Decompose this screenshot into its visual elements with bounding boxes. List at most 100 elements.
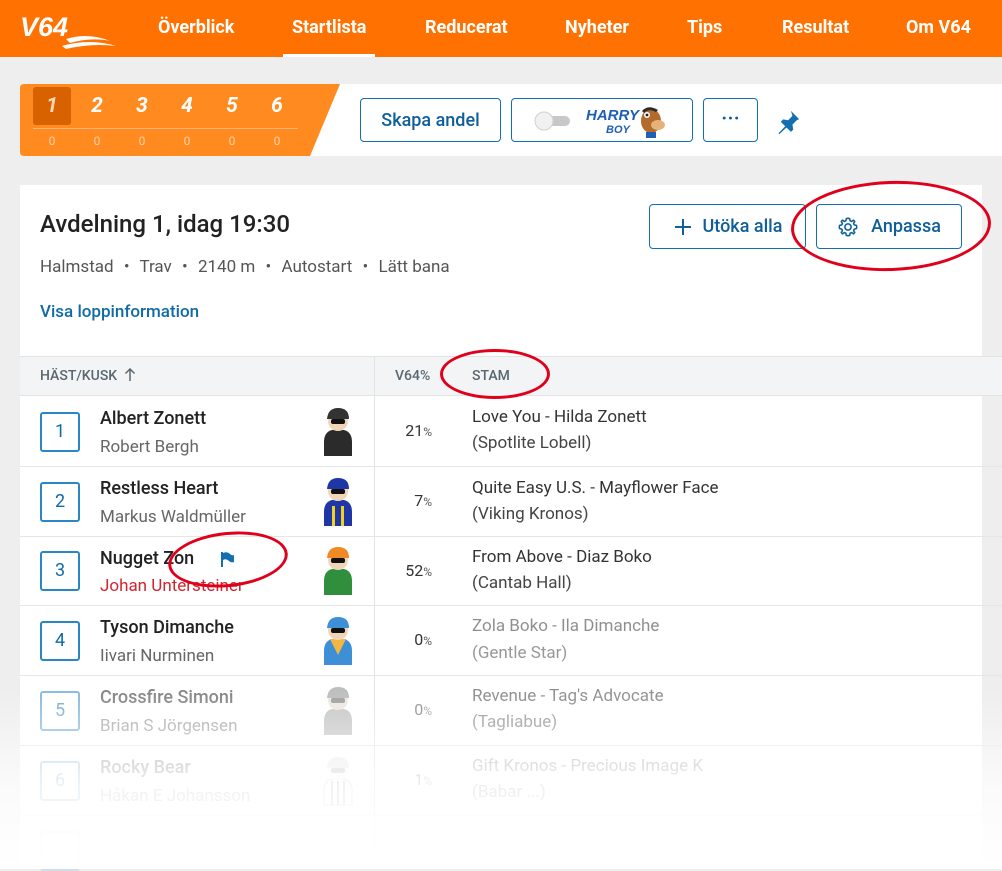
race-discipline: Trav xyxy=(139,257,172,277)
pedigree-dam-sire: (Viking Kronos) xyxy=(472,504,589,524)
nav-overview[interactable]: Överblick xyxy=(158,16,234,40)
gear-icon xyxy=(838,217,858,236)
race-meta: Halmstad • Trav • 2140 m • Autostart • L… xyxy=(40,257,450,277)
meta-dot: • xyxy=(265,257,272,277)
start-number-badge[interactable]: 6 xyxy=(40,761,80,801)
nav-tips[interactable]: Tips xyxy=(687,16,722,40)
v64-percentage-value: 52 xyxy=(405,561,424,580)
row-divider xyxy=(20,466,1002,467)
percent-unit: % xyxy=(423,565,432,579)
leg-tab-4[interactable]: 4 xyxy=(168,87,206,125)
race-start-method: Autostart xyxy=(281,257,353,277)
meta-dot: • xyxy=(123,257,130,277)
startlist-header xyxy=(20,356,1002,396)
pin-icon[interactable] xyxy=(774,108,802,136)
toggle-switch-icon[interactable] xyxy=(534,111,574,131)
start-number-badge[interactable]: 1 xyxy=(40,412,80,452)
driver-name: Robert Bergh xyxy=(100,437,199,457)
leg-divider xyxy=(33,128,298,129)
column-header-horse-label: HÄST/KUSK xyxy=(40,368,118,384)
leg-count-5: 0 xyxy=(228,134,236,148)
driver-silks-icon xyxy=(324,547,352,595)
column-divider xyxy=(374,356,375,869)
pedigree-dam-sire: (Tagliabue) xyxy=(472,712,558,732)
sort-arrow-up-icon xyxy=(124,367,135,381)
customize-label: Anpassa xyxy=(871,216,941,237)
v64-percentage: 7% xyxy=(390,491,432,510)
driver-silks-icon xyxy=(323,757,353,806)
driver-silks-icon xyxy=(324,617,352,665)
race-info-link[interactable]: Visa loppinformation xyxy=(40,302,199,322)
driver-name: Iivari Nurminen xyxy=(100,646,215,666)
nav-reduced[interactable]: Reducerat xyxy=(425,16,508,40)
expand-all-label: Utöka alla xyxy=(702,216,783,237)
column-header-v64-percent[interactable]: V64% xyxy=(395,368,430,384)
horse-name[interactable]: Crossfire Simoni xyxy=(100,687,233,708)
horse-name[interactable]: Albert Zonett xyxy=(100,408,206,429)
leg-count-6: 0 xyxy=(273,134,281,148)
nav-about[interactable]: Om V64 xyxy=(906,16,971,40)
nav-news[interactable]: Nyheter xyxy=(565,16,629,40)
driver-name: Håkan E Johansson xyxy=(100,786,251,806)
row-divider xyxy=(20,745,1002,746)
row-divider xyxy=(20,605,1002,606)
leg-tab-3[interactable]: 3 xyxy=(123,87,161,125)
customize-button[interactable]: Anpassa xyxy=(816,204,962,249)
v64-percentage: 0% xyxy=(390,630,432,649)
start-number-badge[interactable] xyxy=(40,831,80,871)
leg-count-3: 0 xyxy=(138,134,146,148)
nav-startlist[interactable]: Startlista xyxy=(292,16,366,40)
plus-icon xyxy=(674,218,691,235)
percent-unit: % xyxy=(423,634,432,648)
nav-results[interactable]: Resultat xyxy=(782,16,849,40)
pedigree-dam-sire: (Babar ...) xyxy=(472,782,546,802)
flag-icon[interactable] xyxy=(218,550,236,568)
leg-tab-1[interactable]: 1 xyxy=(33,87,71,125)
horse-name[interactable]: Rocky Bear xyxy=(100,757,191,778)
race-track-condition: Lätt bana xyxy=(378,257,450,277)
column-header-horse[interactable]: HÄST/KUSK xyxy=(40,367,136,384)
horse-name[interactable]: Tyson Dimanche xyxy=(100,617,234,638)
svg-text:V64: V64 xyxy=(20,12,68,42)
v64-percentage-value: 7 xyxy=(414,491,424,510)
pedigree-dam-sire: (Spotlite Lobell) xyxy=(472,433,592,453)
more-options-button[interactable]: ··· xyxy=(703,98,758,142)
race-title: Avdelning 1, idag 19:30 xyxy=(40,210,290,238)
pedigree-sire-dam: From Above - Diaz Boko xyxy=(472,547,652,567)
v64-percentage: 1% xyxy=(390,770,432,789)
harry-boy-logo-top-text: HARRY xyxy=(586,107,641,124)
leg-tab-2[interactable]: 2 xyxy=(78,87,116,125)
pedigree-dam-sire: (Gentle Star) xyxy=(472,643,568,663)
pedigree-sire-dam: Zola Boko - Ila Dimanche xyxy=(472,616,660,636)
percent-unit: % xyxy=(423,495,432,509)
create-share-button[interactable]: Skapa andel xyxy=(360,98,501,142)
v64-percentage: 21% xyxy=(390,421,432,440)
harry-boy-toggle[interactable]: HARRY BOY xyxy=(511,98,693,142)
row-divider xyxy=(20,536,1002,537)
leg-tab-6[interactable]: 6 xyxy=(258,87,296,125)
start-number-badge[interactable]: 5 xyxy=(40,691,80,731)
harry-boy-logo-bottom-text: BOY xyxy=(606,124,632,136)
v64-percentage: 0% xyxy=(390,700,432,719)
pedigree-sire-dam: Gift Kronos - Precious Image K xyxy=(472,756,704,776)
row-divider xyxy=(20,815,1002,816)
race-track: Halmstad xyxy=(40,257,114,277)
v64-percentage-value: 0 xyxy=(414,630,424,649)
start-number-badge[interactable]: 2 xyxy=(40,482,80,522)
column-header-pedigree[interactable]: STAM xyxy=(472,368,510,384)
v64-percentage-value: 0 xyxy=(414,700,424,719)
leg-tab-5[interactable]: 5 xyxy=(213,87,251,125)
driver-name: Brian S Jörgensen xyxy=(100,716,238,736)
expand-all-button[interactable]: Utöka alla xyxy=(649,204,806,249)
start-number-badge[interactable]: 3 xyxy=(40,551,80,591)
pedigree-sire-dam: Quite Easy U.S. - Mayflower Face xyxy=(472,478,719,498)
row-divider xyxy=(20,675,1002,676)
horse-name[interactable]: Nugget Zon xyxy=(100,548,194,569)
meta-dot: • xyxy=(362,257,369,277)
race-distance: 2140 m xyxy=(197,257,256,277)
pedigree-sire-dam: Revenue - Tag's Advocate xyxy=(472,686,664,706)
horse-name[interactable]: Restless Heart xyxy=(100,478,218,499)
start-number-badge[interactable]: 4 xyxy=(40,621,80,661)
v64-logo[interactable]: V64 xyxy=(18,10,118,52)
pedigree-sire-dam: Love You - Hilda Zonett xyxy=(472,407,647,427)
